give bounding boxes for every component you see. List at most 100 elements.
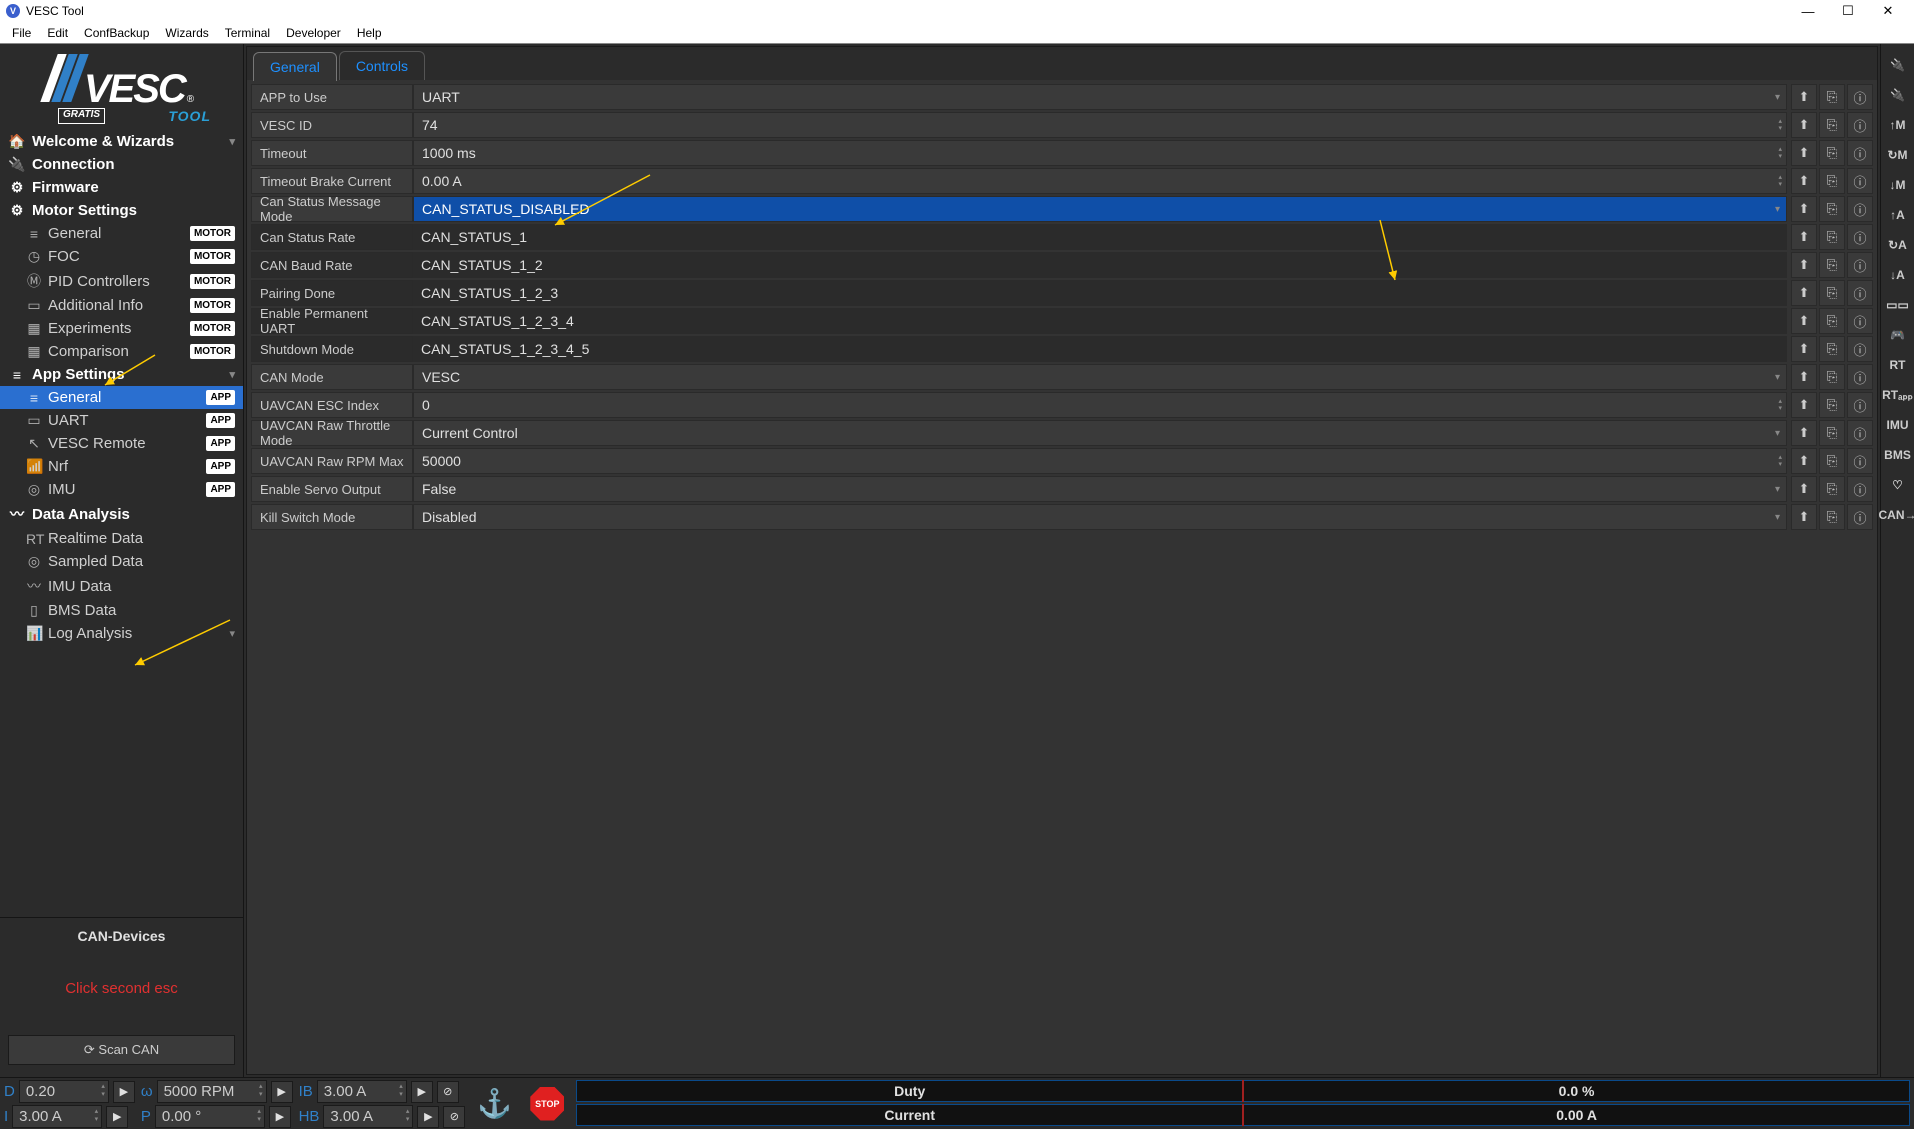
- status-i-input[interactable]: 3.00 A: [12, 1105, 102, 1128]
- upload-button[interactable]: ⬆: [1791, 252, 1817, 278]
- info-button[interactable]: ⓘ: [1847, 112, 1873, 138]
- right-toolbar-button-3[interactable]: ↻M: [1885, 142, 1911, 168]
- info-button[interactable]: ⓘ: [1847, 196, 1873, 222]
- upload-button[interactable]: ⬆: [1791, 476, 1817, 502]
- setting-value[interactable]: Current Control: [413, 420, 1787, 446]
- menu-developer[interactable]: Developer: [278, 26, 349, 40]
- info-button[interactable]: ⓘ: [1847, 280, 1873, 306]
- sidebar-item-foc[interactable]: ◷FOCMOTOR: [0, 245, 243, 268]
- info-button[interactable]: ⓘ: [1847, 392, 1873, 418]
- upload-button[interactable]: ⬆: [1791, 168, 1817, 194]
- menu-edit[interactable]: Edit: [39, 26, 76, 40]
- sidebar-item-log-analysis[interactable]: 📊Log Analysis▾: [0, 622, 243, 645]
- right-toolbar-button-9[interactable]: 🎮: [1885, 322, 1911, 348]
- status-p-input[interactable]: 0.00 °: [155, 1105, 265, 1128]
- status-i-play-icon[interactable]: ▶: [106, 1106, 128, 1128]
- info-button[interactable]: ⓘ: [1847, 168, 1873, 194]
- sidebar-item-sampled-data[interactable]: ◎Sampled Data: [0, 550, 243, 573]
- upload-button[interactable]: ⬆: [1791, 392, 1817, 418]
- setting-value[interactable]: CAN_STATUS_DISABLED: [413, 196, 1787, 222]
- right-toolbar-button-11[interactable]: RTₐₚₚ: [1885, 382, 1911, 408]
- maximize-button[interactable]: ☐: [1828, 3, 1868, 19]
- setting-value[interactable]: CAN_STATUS_1_2: [413, 252, 1787, 278]
- info-button[interactable]: ⓘ: [1847, 448, 1873, 474]
- right-toolbar-button-14[interactable]: ♡: [1885, 472, 1911, 498]
- right-toolbar-button-1[interactable]: 🔌: [1885, 82, 1911, 108]
- right-toolbar-button-6[interactable]: ↻A: [1885, 232, 1911, 258]
- sidebar-item-general[interactable]: ≡GeneralAPP: [0, 386, 243, 409]
- info-button[interactable]: ⓘ: [1847, 364, 1873, 390]
- upload-button[interactable]: ⬆: [1791, 112, 1817, 138]
- upload-button[interactable]: ⬆: [1791, 364, 1817, 390]
- scan-can-button[interactable]: ⟳ Scan CAN: [8, 1035, 235, 1065]
- status-ib-input[interactable]: 3.00 A: [317, 1080, 407, 1103]
- right-toolbar-button-2[interactable]: ↑M: [1885, 112, 1911, 138]
- sidebar-item-nrf[interactable]: 📶NrfAPP: [0, 455, 243, 478]
- copy-button[interactable]: ⎘: [1819, 224, 1845, 250]
- info-button[interactable]: ⓘ: [1847, 420, 1873, 446]
- sidebar-item-realtime-data[interactable]: RTRealtime Data: [0, 527, 243, 550]
- copy-button[interactable]: ⎘: [1819, 140, 1845, 166]
- tab-general[interactable]: General: [253, 52, 337, 81]
- menu-wizards[interactable]: Wizards: [157, 26, 216, 40]
- sidebar-item-vesc-remote[interactable]: ↖VESC RemoteAPP: [0, 432, 243, 455]
- copy-button[interactable]: ⎘: [1819, 112, 1845, 138]
- setting-value[interactable]: 50000: [413, 448, 1787, 474]
- status-hb-play-icon[interactable]: ▶: [417, 1106, 439, 1128]
- upload-button[interactable]: ⬆: [1791, 140, 1817, 166]
- right-toolbar-button-7[interactable]: ↓A: [1885, 262, 1911, 288]
- info-button[interactable]: ⓘ: [1847, 140, 1873, 166]
- info-button[interactable]: ⓘ: [1847, 308, 1873, 334]
- right-toolbar-button-4[interactable]: ↓M: [1885, 172, 1911, 198]
- right-toolbar-button-15[interactable]: CAN→: [1885, 502, 1911, 528]
- status-d-input[interactable]: 0.20: [19, 1080, 109, 1103]
- info-button[interactable]: ⓘ: [1847, 84, 1873, 110]
- status-w-input[interactable]: 5000 RPM: [157, 1080, 267, 1103]
- setting-value[interactable]: CAN_STATUS_1_2_3_4_5: [413, 336, 1787, 362]
- setting-value[interactable]: UART: [413, 84, 1787, 110]
- sidebar-item-bms-data[interactable]: ▯BMS Data: [0, 599, 243, 622]
- right-toolbar-button-0[interactable]: 🔌: [1885, 52, 1911, 78]
- copy-button[interactable]: ⎘: [1819, 392, 1845, 418]
- sidebar-item-imu-data[interactable]: 〰IMU Data: [0, 573, 243, 599]
- right-toolbar-button-5[interactable]: ↑A: [1885, 202, 1911, 228]
- stop-button[interactable]: STOP: [530, 1087, 564, 1121]
- copy-button[interactable]: ⎘: [1819, 84, 1845, 110]
- sidebar-item-connection[interactable]: 🔌Connection: [0, 153, 243, 176]
- anchor-icon[interactable]: ⚓: [477, 1087, 512, 1120]
- copy-button[interactable]: ⎘: [1819, 252, 1845, 278]
- setting-value[interactable]: CAN_STATUS_1_2_3_4: [413, 308, 1787, 334]
- sidebar-item-pid-controllers[interactable]: ⓂPID ControllersMOTOR: [0, 268, 243, 294]
- setting-value[interactable]: VESC: [413, 364, 1787, 390]
- menu-help[interactable]: Help: [349, 26, 390, 40]
- setting-value[interactable]: CAN_STATUS_1_2_3: [413, 280, 1787, 306]
- status-hb-link-icon[interactable]: ⊘: [443, 1106, 465, 1128]
- upload-button[interactable]: ⬆: [1791, 280, 1817, 306]
- setting-value[interactable]: 0.00 A: [413, 168, 1787, 194]
- upload-button[interactable]: ⬆: [1791, 308, 1817, 334]
- upload-button[interactable]: ⬆: [1791, 420, 1817, 446]
- upload-button[interactable]: ⬆: [1791, 504, 1817, 530]
- copy-button[interactable]: ⎘: [1819, 504, 1845, 530]
- copy-button[interactable]: ⎘: [1819, 308, 1845, 334]
- menu-confbackup[interactable]: ConfBackup: [76, 26, 157, 40]
- info-button[interactable]: ⓘ: [1847, 252, 1873, 278]
- sidebar-item-comparison[interactable]: ▦ComparisonMOTOR: [0, 340, 243, 363]
- copy-button[interactable]: ⎘: [1819, 448, 1845, 474]
- right-toolbar-button-13[interactable]: BMS: [1885, 442, 1911, 468]
- right-toolbar-button-12[interactable]: IMU: [1885, 412, 1911, 438]
- copy-button[interactable]: ⎘: [1819, 168, 1845, 194]
- sidebar-item-experiments[interactable]: ▦ExperimentsMOTOR: [0, 317, 243, 340]
- close-button[interactable]: ✕: [1868, 3, 1908, 19]
- sidebar-item-welcome-wizards[interactable]: 🏠Welcome & Wizards▾: [0, 130, 243, 153]
- minimize-button[interactable]: —: [1788, 4, 1828, 19]
- upload-button[interactable]: ⬆: [1791, 84, 1817, 110]
- status-w-play-icon[interactable]: ▶: [271, 1081, 293, 1103]
- upload-button[interactable]: ⬆: [1791, 448, 1817, 474]
- tab-controls[interactable]: Controls: [339, 51, 425, 80]
- copy-button[interactable]: ⎘: [1819, 196, 1845, 222]
- right-toolbar-button-10[interactable]: RT: [1885, 352, 1911, 378]
- status-ib-play-icon[interactable]: ▶: [411, 1081, 433, 1103]
- upload-button[interactable]: ⬆: [1791, 336, 1817, 362]
- menu-file[interactable]: File: [4, 26, 39, 40]
